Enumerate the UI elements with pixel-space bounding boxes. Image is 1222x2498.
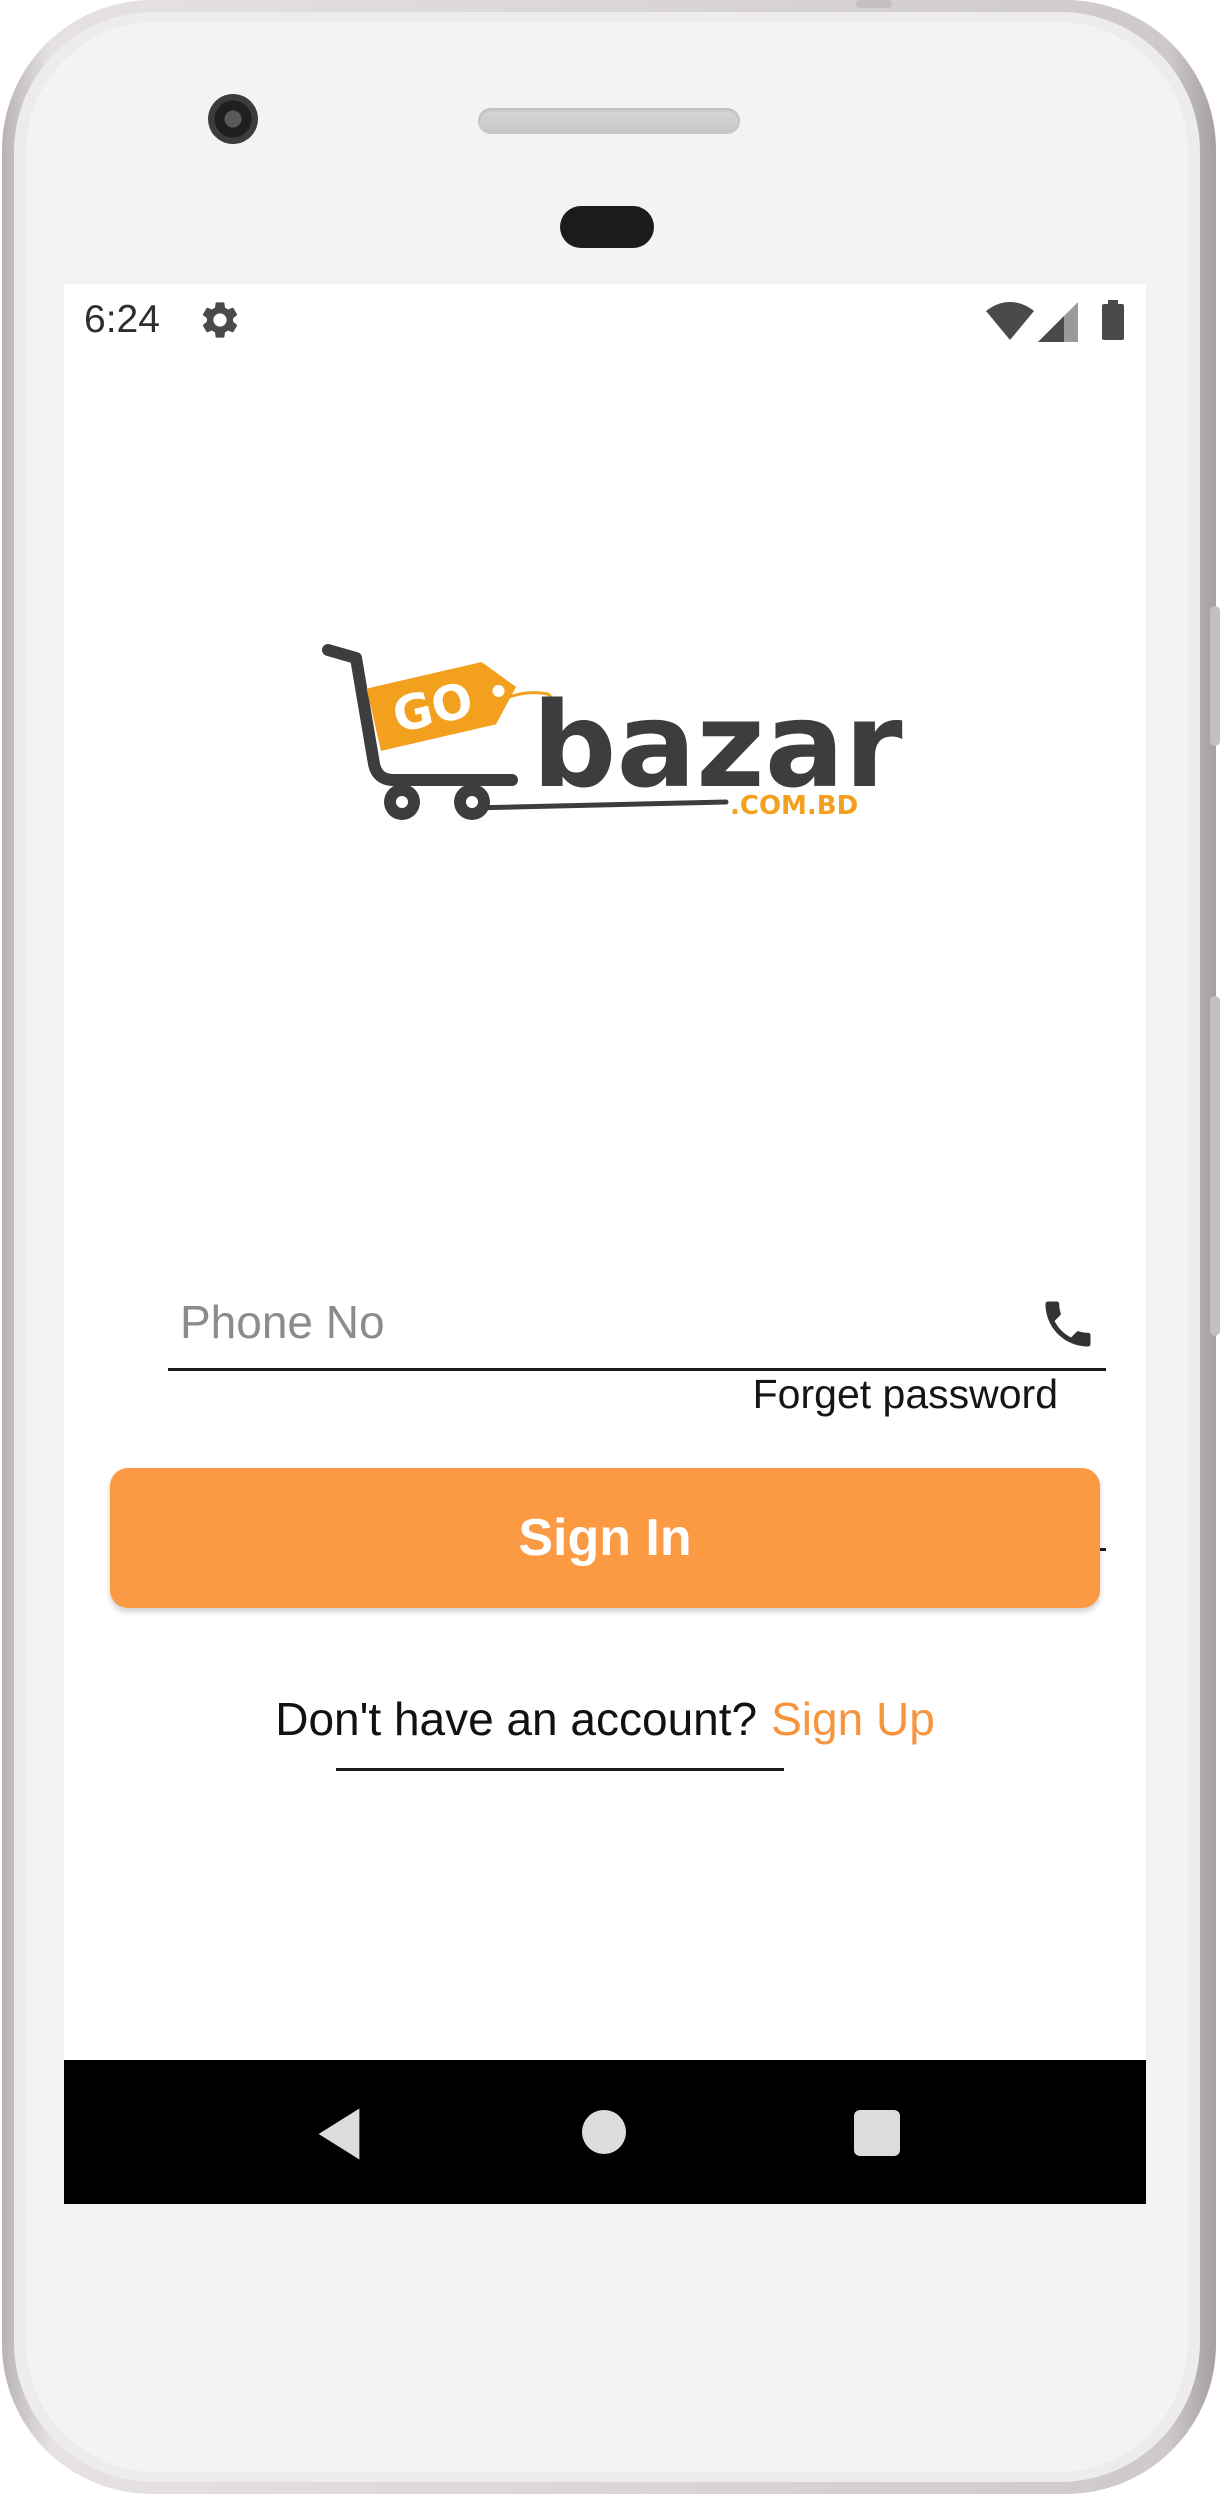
status-bar: 6:24	[64, 284, 1146, 358]
wifi-icon	[986, 302, 1034, 340]
navigation-bar	[64, 2060, 1146, 2204]
front-camera	[208, 94, 258, 144]
power-button	[1210, 606, 1220, 746]
sign-in-button[interactable]: Sign In	[110, 1468, 1100, 1608]
signup-prompt: Don't have an account? Sign Up	[64, 1692, 1146, 1746]
top-button	[856, 0, 892, 8]
recents-icon[interactable]	[854, 2110, 900, 2156]
gear-icon	[202, 302, 238, 338]
signup-underline	[336, 1768, 784, 1771]
speaker-grill	[478, 108, 740, 134]
status-time: 6:24	[84, 298, 160, 341]
sign-up-link[interactable]: Sign Up	[771, 1693, 935, 1745]
signal-icon	[1038, 302, 1078, 342]
phone-field[interactable]	[168, 1282, 1106, 1371]
volume-button	[1210, 996, 1220, 1336]
back-icon[interactable]	[312, 2106, 366, 2162]
phone-icon	[1045, 1301, 1091, 1347]
home-icon[interactable]	[582, 2110, 626, 2154]
no-account-text: Don't have an account?	[275, 1693, 758, 1745]
earpiece	[560, 206, 654, 248]
phone-input[interactable]	[168, 1282, 1000, 1362]
forget-password-link[interactable]: Forget password	[753, 1371, 1058, 1418]
battery-icon	[1102, 300, 1124, 340]
screen: 6:24 GO bazar .COM.BD Phone No Forget pa…	[64, 284, 1146, 2204]
gobazar-logo: GO bazar .COM.BD	[322, 644, 903, 821]
logo-domain-text: .COM.BD	[730, 791, 858, 821]
